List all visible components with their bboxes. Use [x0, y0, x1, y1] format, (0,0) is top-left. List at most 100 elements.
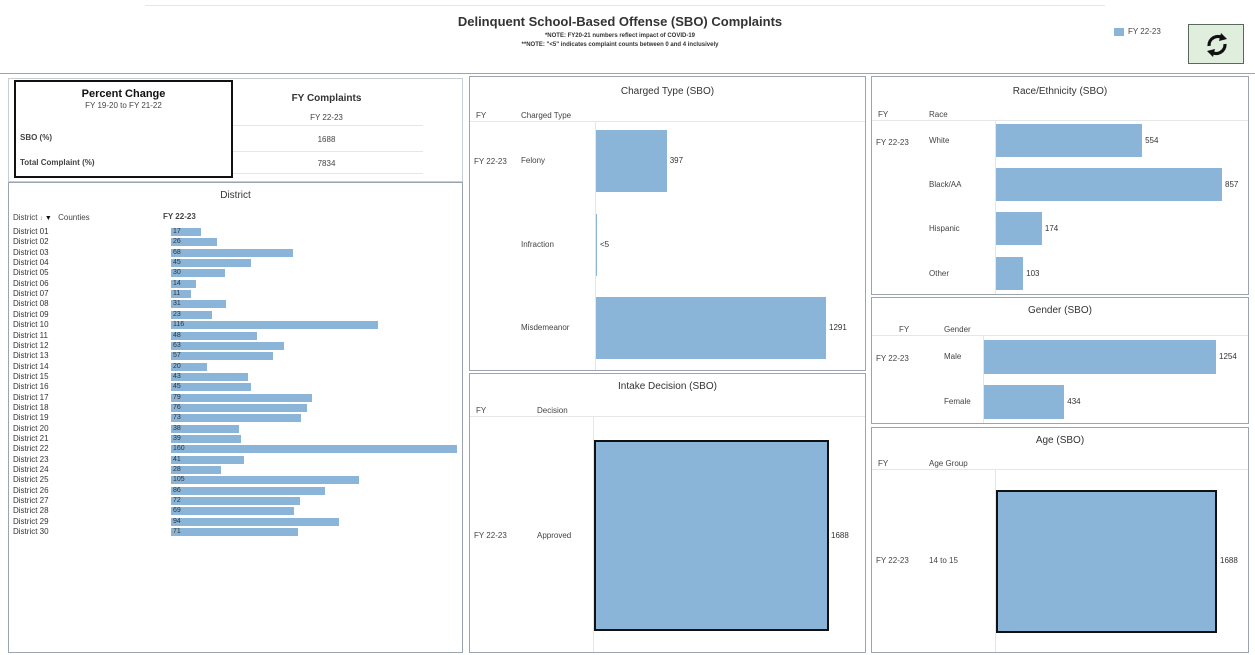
district-label: District 24: [13, 465, 49, 475]
district-label: District 11: [13, 330, 48, 340]
fy-rule-2: [233, 151, 423, 152]
refresh-button[interactable]: [1188, 24, 1244, 64]
legend-label: FY 22-23: [1128, 27, 1161, 36]
charged-bar[interactable]: [596, 130, 667, 192]
district-bar[interactable]: [171, 341, 284, 350]
filter-dropdown-icon[interactable]: ▼: [45, 215, 52, 222]
charged-value-label: 397: [669, 156, 684, 165]
district-bar[interactable]: [171, 497, 300, 506]
district-bar[interactable]: [171, 372, 248, 381]
race-value-label: 103: [1026, 268, 1040, 278]
district-label: District 25: [13, 475, 49, 485]
district-label: District 29: [13, 516, 49, 526]
district-bar[interactable]: [171, 435, 241, 443]
district-value-label: 20: [173, 362, 181, 370]
race-bar[interactable]: [996, 212, 1042, 245]
district-label: District 07: [13, 289, 49, 299]
district-value-label: 86: [173, 486, 181, 494]
age-group-header: Age Group: [929, 459, 968, 468]
fy-complaints-sub: FY 22-23: [310, 113, 343, 122]
gender-bars: Male 1254 Female 434: [872, 298, 1248, 423]
district-label: District 26: [13, 485, 49, 495]
district-bar[interactable]: [171, 528, 298, 537]
age-title: Age (SBO): [1035, 435, 1085, 446]
district-value-label: 116: [173, 321, 185, 329]
race-bar[interactable]: [996, 124, 1143, 157]
district-value-label: 14: [173, 279, 181, 287]
district-col-header: District ↕ ▼ Counties: [13, 213, 90, 222]
district-value-label: 68: [173, 248, 181, 256]
sort-icon[interactable]: ↕: [40, 216, 43, 222]
district-value-label: 76: [173, 403, 181, 411]
district-bar[interactable]: [171, 403, 307, 412]
district-label: District 22: [13, 444, 49, 454]
legend: FY 22-23: [1114, 27, 1184, 37]
district-bar[interactable]: [171, 414, 302, 423]
district-value-label: 43: [173, 372, 181, 380]
race-bar[interactable]: [996, 257, 1024, 290]
fy-rule-3: [233, 173, 423, 174]
age-value-label: 1688: [1220, 556, 1238, 565]
age-header-rule: [872, 469, 1248, 470]
race-bar[interactable]: [996, 168, 1222, 201]
gender-panel: Gender (SBO) FY Gender FY 22-23 Male 1254…: [871, 297, 1249, 424]
race-value-label: 857: [1225, 179, 1239, 189]
district-value-label: 45: [173, 259, 181, 267]
charged-value-label: 1291: [829, 323, 847, 332]
district-bar[interactable]: [171, 331, 257, 340]
district-label: District 18: [13, 402, 49, 412]
district-value-label: 94: [173, 517, 181, 525]
district-bar[interactable]: [171, 507, 295, 516]
page-title: Delinquent School-Based Offense (SBO) Co…: [457, 14, 783, 29]
age-bar-14-15[interactable]: [996, 490, 1217, 633]
district-bar[interactable]: [171, 424, 239, 433]
district-value-label: 45: [173, 383, 181, 391]
district-bar[interactable]: [171, 248, 293, 257]
district-label: District 02: [13, 237, 49, 247]
district-col-label: District: [13, 213, 38, 222]
district-label: District 13: [13, 351, 49, 361]
district-title: District: [220, 190, 251, 201]
district-value-label: 71: [173, 528, 181, 536]
total-value: 7834: [317, 159, 336, 168]
district-bar[interactable]: [171, 321, 379, 330]
charged-bar[interactable]: [596, 297, 826, 359]
district-label: District 15: [13, 371, 49, 381]
race-category-label: Hispanic: [929, 223, 960, 233]
total-label: Total Complaint (%): [20, 158, 95, 167]
district-bar[interactable]: [171, 383, 252, 392]
district-bar[interactable]: [171, 517, 340, 526]
gender-bar[interactable]: [984, 385, 1065, 419]
charged-category-label: Infraction: [521, 240, 554, 249]
district-value-label: 26: [173, 238, 181, 246]
district-bar[interactable]: [171, 486, 325, 495]
district-label: District 21: [13, 434, 49, 443]
section-rule: [0, 73, 1255, 74]
district-bar[interactable]: [171, 352, 273, 361]
district-label: District 06: [13, 278, 49, 288]
district-value-label: 28: [173, 466, 181, 474]
race-bars: White 554 Black/AA 857 Hispanic 174 Other 103: [872, 77, 1248, 294]
district-bar[interactable]: [171, 259, 252, 268]
intake-bar-approved[interactable]: [594, 440, 829, 631]
charged-bar[interactable]: [596, 214, 597, 276]
district-value-label: 79: [173, 393, 181, 401]
district-label: District 20: [13, 423, 49, 433]
district-bar[interactable]: [171, 445, 457, 454]
district-value-label: 31: [173, 300, 181, 308]
district-bar[interactable]: [171, 393, 313, 402]
district-row[interactable]: District 30 71: [9, 526, 469, 538]
district-bar[interactable]: [171, 455, 245, 464]
district-value-label: 11: [173, 290, 181, 298]
district-label: District 23: [13, 454, 49, 464]
intake-header-rule: [470, 416, 865, 417]
charged-category-label: Felony: [521, 156, 546, 165]
district-bar[interactable]: [171, 476, 359, 485]
district-rows: District 01 17 District 02 26 District 03 68 D…: [9, 226, 464, 654]
district-label: District 10: [13, 320, 49, 330]
gender-category-label: Male: [944, 352, 962, 361]
district-value-label: 160: [173, 445, 185, 453]
district-value-label: 105: [173, 476, 185, 484]
intake-value-label: 1688: [831, 531, 849, 540]
gender-bar[interactable]: [984, 340, 1216, 374]
